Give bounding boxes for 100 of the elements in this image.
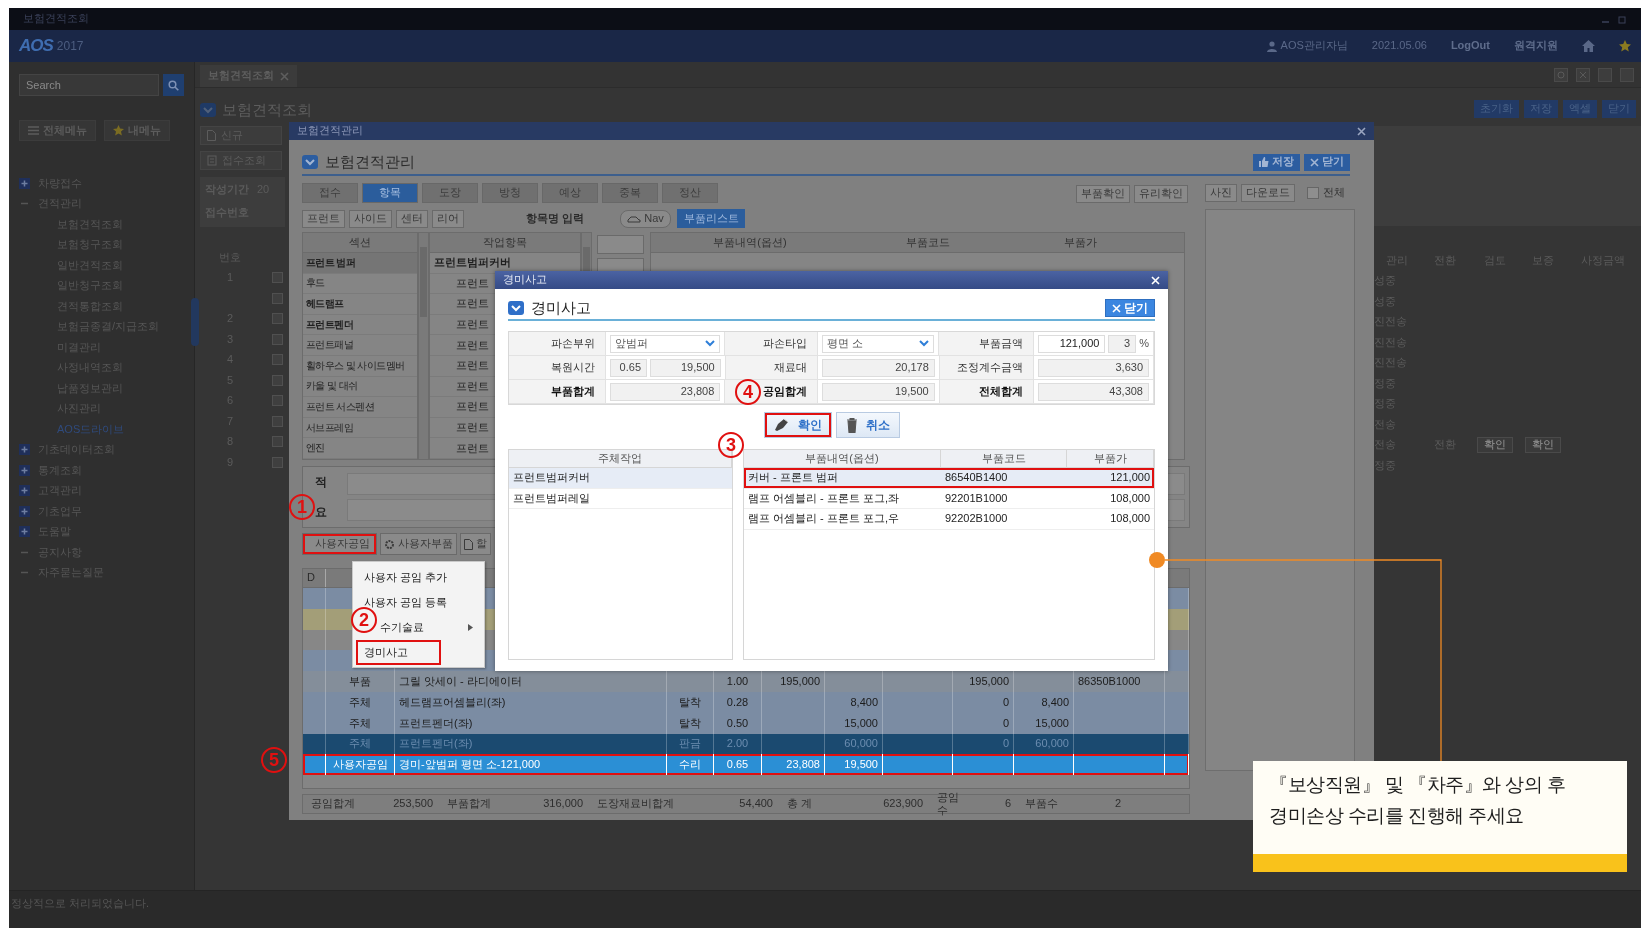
table-row[interactable]: 램프 어셈블리 - 프론트 포그,좌 92201B1000 108,000: [744, 488, 1154, 509]
close-button[interactable]: 닫기: [1105, 299, 1155, 317]
dialog-heading: 경미사고: [531, 299, 591, 317]
menu-item[interactable]: 경미사고: [356, 640, 441, 665]
section-item[interactable]: 카울 및 대쉬: [303, 376, 417, 398]
dropdown[interactable]: 평면 소: [821, 334, 935, 353]
window-title: 경미사고: [503, 273, 547, 287]
row-checkbox[interactable]: [272, 456, 283, 468]
menu-item[interactable]: 수기술료: [380, 615, 481, 640]
row-checkbox[interactable]: [272, 395, 283, 407]
save-button[interactable]: 저장: [1253, 153, 1300, 171]
row-checkbox[interactable]: [272, 272, 283, 284]
section-item[interactable]: 엔진: [303, 438, 417, 459]
chevron-down-icon[interactable]: [919, 340, 930, 347]
total-value: 2: [1113, 797, 1122, 811]
confirm-button[interactable]: 확인: [1477, 436, 1513, 453]
step-marker: 2: [351, 607, 377, 633]
section-item[interactable]: 프런트 서스펜션: [303, 397, 417, 418]
chevron-icon: [302, 155, 318, 169]
section-item[interactable]: 후드: [303, 273, 417, 295]
confirm-button[interactable]: 확인: [1524, 436, 1561, 453]
check-button[interactable]: 유리확인: [1134, 185, 1188, 203]
grid-row[interactable]: 부품 그릴 앗세이 - 라디에이터 1.00 195,000 195,000 86350B1000: [303, 671, 1189, 692]
row-checkbox[interactable]: [272, 374, 283, 386]
close-icon[interactable]: [1310, 157, 1319, 167]
close-button[interactable]: 닫기: [1304, 153, 1350, 171]
section-item[interactable]: 휠하우스 및 사이드멤버: [303, 355, 417, 377]
section-item[interactable]: 프런트 범퍼: [303, 253, 417, 274]
column-header: 작업항목: [430, 233, 580, 253]
column-header: 부품내역(옵션): [712, 235, 788, 250]
grid-row[interactable]: 주체 프런트펜더(좌) 탈착 0.50 15,000 0 15,000: [303, 712, 1189, 734]
car-icon: [627, 214, 642, 223]
table-row[interactable]: 램프 어셈블리 - 프론트 포그,우 92202B1000 108,000: [744, 509, 1154, 530]
table-row[interactable]: 커버 - 프론트 범퍼 86540B1400 121,000: [744, 468, 1154, 489]
grid-row[interactable]: 주체 헤드램프어셈블리(좌) 탈착 0.28 8,400 0 8,400: [303, 692, 1189, 713]
position-button[interactable]: 센터: [396, 209, 428, 228]
header-link[interactable]: LogOut: [1450, 39, 1490, 53]
expand-icon[interactable]: [19, 526, 30, 538]
pencil-icon: [773, 418, 790, 432]
expand-icon[interactable]: [19, 464, 30, 476]
table-cell-text: 커버 - 프론트 범퍼: [747, 470, 839, 486]
input-field[interactable]: 121,000: [1038, 334, 1106, 353]
home-icon[interactable]: [1582, 40, 1595, 52]
tab[interactable]: 부품리스트: [677, 209, 746, 228]
expand-icon[interactable]: [19, 444, 30, 456]
menu-icon: [28, 126, 39, 136]
confirm-button[interactable]: 확인: [763, 412, 832, 438]
toolbar-button[interactable]: 사용자부품: [380, 533, 457, 555]
dropdown[interactable]: 앞범퍼: [609, 334, 721, 353]
table-cell-text: 92201B1000: [944, 490, 1009, 506]
position-button[interactable]: 사이드: [349, 209, 392, 228]
close-icon[interactable]: [1357, 126, 1366, 136]
menu-item[interactable]: 사용자 공임 추가: [356, 565, 481, 590]
grid-row[interactable]: 주체 프런트펜더(좌) 판금 2.00 60,000 0 60,000: [303, 733, 1189, 755]
nav-button[interactable]: Nav: [620, 209, 672, 228]
section-item[interactable]: 프런트패널: [303, 335, 417, 356]
search-field[interactable]: Search: [19, 74, 159, 96]
checkbox[interactable]: [1307, 186, 1319, 199]
input-field[interactable]: 3: [1108, 334, 1137, 353]
row-checkbox[interactable]: [272, 292, 283, 304]
tab[interactable]: 항목: [362, 183, 418, 203]
position-button[interactable]: 프런트: [302, 209, 345, 228]
section-item[interactable]: 프런트펜더: [303, 314, 417, 336]
toolbar-button[interactable]: 사용자공임: [302, 533, 377, 555]
photo-button[interactable]: 다운로드: [1241, 183, 1295, 202]
table-cell-text: 램프 어셈블리 - 프론트 포그,좌: [747, 490, 900, 506]
memo-label: 요: [315, 504, 328, 520]
row-checkbox[interactable]: [272, 333, 283, 345]
section-item[interactable]: 헤드램프: [303, 294, 417, 315]
grid-cell: 주체: [326, 692, 395, 713]
expand-icon[interactable]: [19, 485, 30, 497]
field-label: 조정계수금액: [939, 356, 1035, 379]
table-row[interactable]: 프런트범퍼레일: [509, 488, 732, 509]
total-value: 54,400: [738, 797, 774, 811]
step-marker: 3: [718, 432, 744, 458]
row-checkbox[interactable]: [272, 415, 283, 427]
check-button[interactable]: 부품확인: [1076, 185, 1130, 203]
row-checkbox[interactable]: [272, 313, 283, 325]
refresh-icon[interactable]: [1554, 67, 1568, 82]
expand-icon[interactable]: [19, 505, 30, 517]
side-button[interactable]: [597, 235, 644, 254]
scrollbar[interactable]: [418, 232, 429, 460]
grid-cell: 19,500: [825, 754, 883, 776]
search-button[interactable]: [163, 74, 184, 96]
photo-button[interactable]: 사진: [1205, 183, 1237, 202]
star-icon[interactable]: [1619, 40, 1631, 52]
cancel-button[interactable]: 취소: [835, 412, 900, 438]
section-item[interactable]: 서브프레임: [303, 417, 417, 439]
row-checkbox[interactable]: [272, 436, 283, 448]
sidebar-toggle[interactable]: [191, 298, 199, 346]
grid-cell: 수리: [667, 754, 714, 776]
chevron-down-icon[interactable]: [705, 340, 716, 347]
restore-icon[interactable]: [1618, 14, 1627, 24]
row-checkbox[interactable]: [272, 354, 283, 366]
position-button[interactable]: 리어: [432, 209, 464, 228]
expand-icon[interactable]: [19, 177, 30, 189]
toolbar-button[interactable]: 할: [460, 533, 491, 555]
grid-row[interactable]: 사용자공임 경미-앞범퍼 평면 소-121,000 수리 0.65 23,808 19,500: [303, 754, 1189, 776]
header-link[interactable]: 원격지원: [1514, 39, 1558, 53]
table-row[interactable]: 프런트범퍼커버: [509, 468, 732, 489]
